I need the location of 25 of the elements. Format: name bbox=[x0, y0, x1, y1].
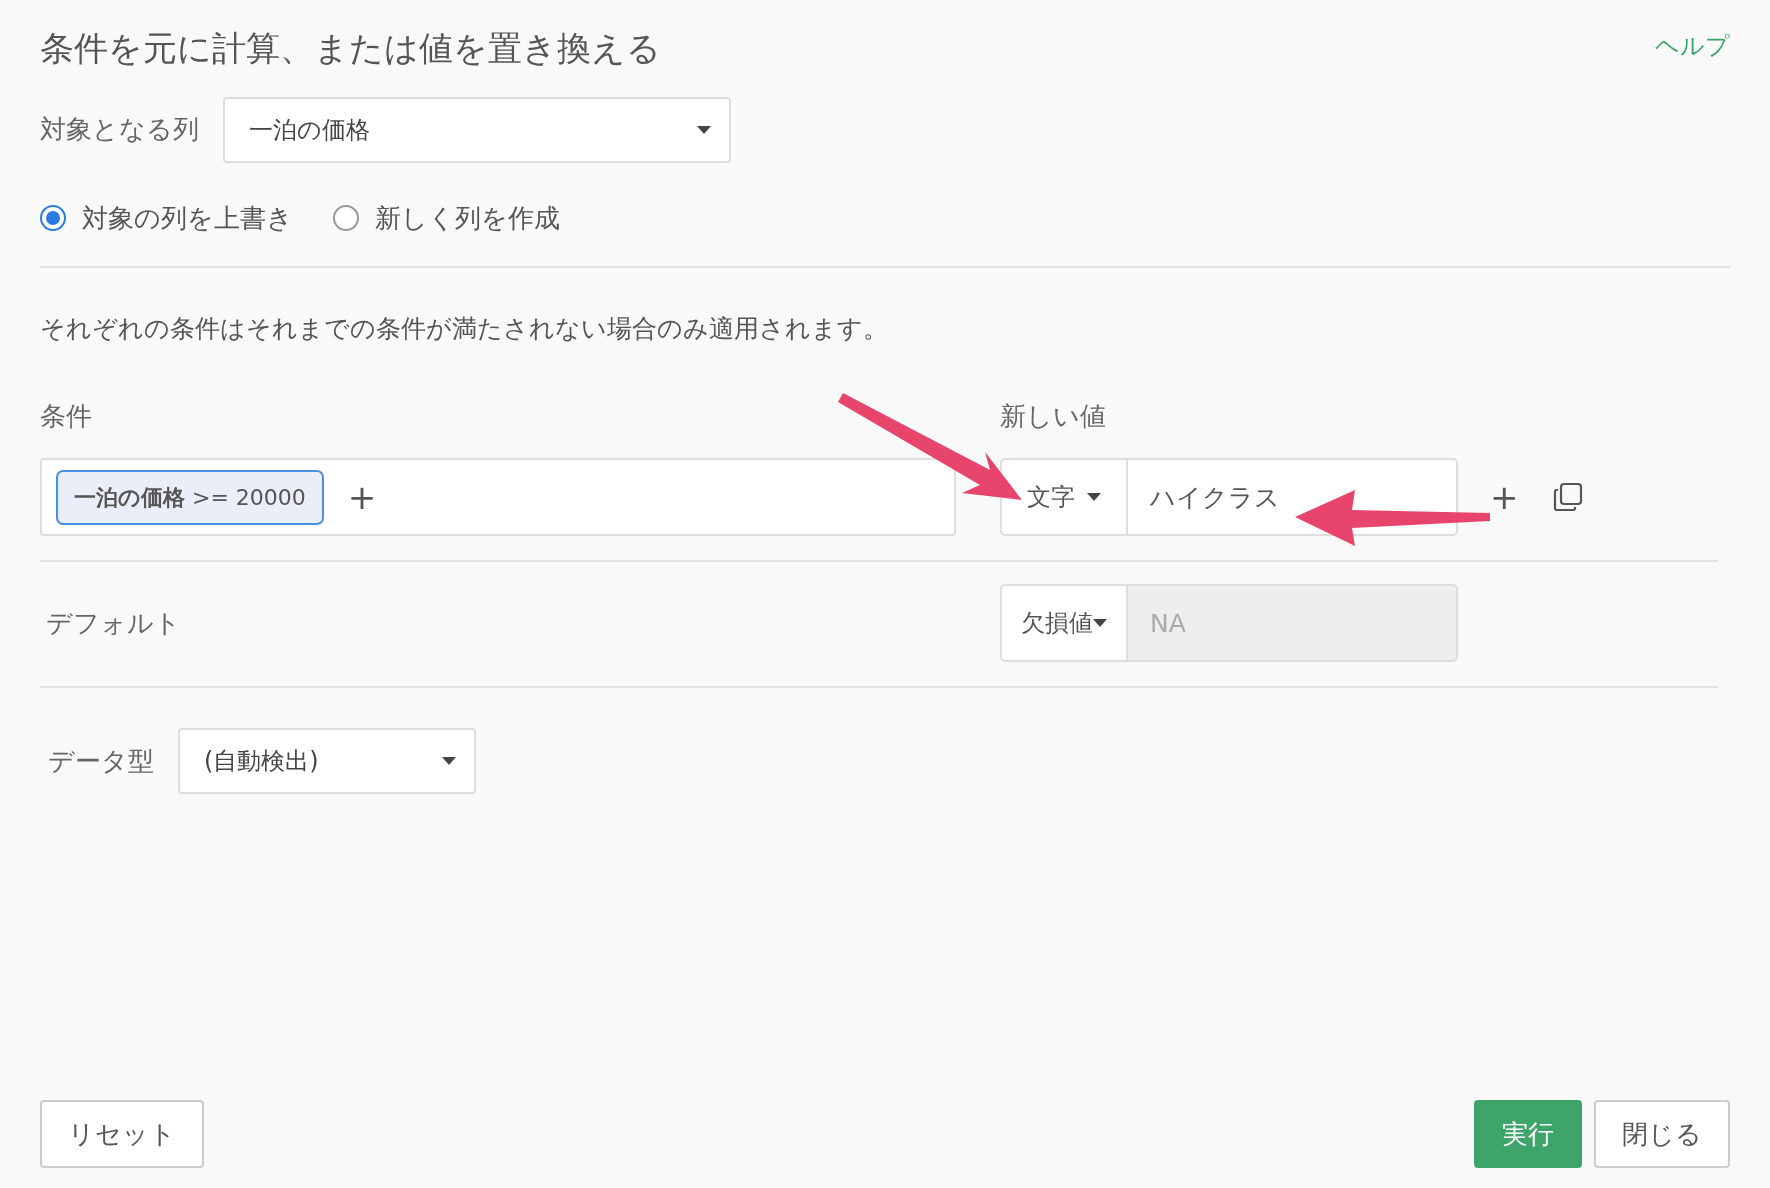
field-label: 対象となる列 bbox=[40, 113, 199, 147]
radio-label: 新しく列を作成 bbox=[375, 201, 560, 235]
reset-button[interactable]: リセット bbox=[40, 1100, 204, 1168]
field-label: デフォルト bbox=[45, 606, 182, 640]
radio-button[interactable] bbox=[40, 205, 66, 232]
radio-label: 対象の列を上書き bbox=[82, 201, 293, 235]
copy-icon[interactable] bbox=[1552, 482, 1583, 513]
condition-chip[interactable]: 一泊の価格 >= 20000 bbox=[56, 469, 324, 525]
column-header: 条件 bbox=[40, 400, 93, 434]
column-select[interactable]: 一泊の価格 bbox=[223, 96, 731, 163]
add-rule-button[interactable]: + bbox=[1490, 480, 1519, 515]
type-dropdown[interactable]: 文字 bbox=[1000, 458, 1128, 537]
radio-button[interactable] bbox=[333, 205, 359, 232]
description-text: それぞれの条件はそれまでの条件が満たされない場合のみ適用されます。 bbox=[40, 312, 889, 345]
caret-icon bbox=[1093, 619, 1107, 628]
caret-icon bbox=[697, 125, 711, 134]
caret-icon bbox=[442, 757, 456, 766]
condition-field[interactable]: 一泊の価格 >= 20000 + bbox=[40, 458, 956, 537]
field-label: データ型 bbox=[47, 744, 154, 778]
dialog-title: 条件を元に計算、または値を置き換える bbox=[40, 28, 661, 69]
close-button[interactable]: 閉じる bbox=[1594, 1100, 1730, 1168]
column-header: 新しい値 bbox=[1000, 400, 1106, 434]
caret-icon bbox=[1087, 493, 1101, 502]
add-condition-button[interactable]: + bbox=[347, 480, 377, 515]
data-type-select[interactable]: (自動検出) bbox=[178, 728, 476, 795]
